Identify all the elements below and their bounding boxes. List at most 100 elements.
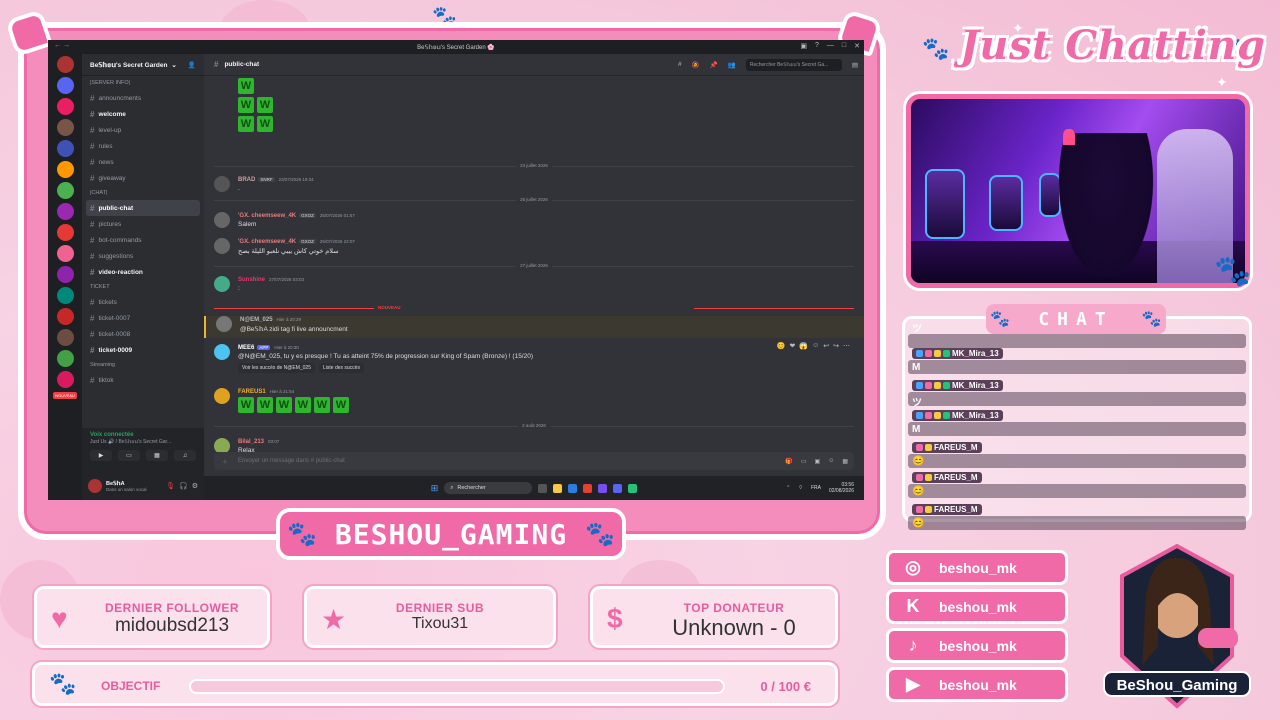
reaction-icon[interactable]: 😱 [799,342,808,350]
server-icon[interactable] [56,287,74,304]
avatar[interactable] [214,212,230,228]
chat-message[interactable]: 😊 ❤ 😱 ☺ ↩ ↪ ⋯ MEE6 APP Hier à 20:30 @N@EM_025, tu … [214,342,854,373]
obs-icon[interactable] [598,483,608,493]
social-link[interactable]: ▶ beshou_mk [886,667,1068,702]
reaction-icon[interactable]: ↩ [823,342,829,350]
channel-item[interactable]: # video-reaction [82,264,204,280]
threads-icon[interactable]: # [678,61,682,68]
channel-item[interactable]: # tickets [82,294,204,310]
message-author[interactable]: 'GX. cheemseew_4K [238,213,296,219]
channel-item[interactable]: # giveaway [82,170,204,186]
message-author[interactable]: 'GX. cheemseew_4K [238,239,296,245]
reaction-icon[interactable]: ☺ [812,342,819,350]
chat-message[interactable]: Bilal_213 03:07 Relax [214,438,854,452]
server-icon[interactable] [56,371,74,388]
reaction-icon[interactable]: 😊 [777,342,786,350]
view-achievements-button[interactable]: Voir les succès de N@EM_025 [238,363,315,373]
add-attachment-icon[interactable]: ＋ [222,457,228,466]
channel-item[interactable]: # welcome [82,106,204,122]
soundboard-icon[interactable]: ♫ [174,450,196,461]
chevron-up-icon[interactable]: ⌃ [786,485,790,491]
inbox-icon[interactable]: ▣ [800,42,807,50]
mic-muted-icon[interactable]: 🎙 [166,482,175,490]
chat-message[interactable]: 'GX. cheemseew_4K GXOZ 25/07/2026 01:57 Sal… [214,212,854,228]
server-icon[interactable] [56,119,74,136]
chat-message[interactable]: N@EM_025 Hier à 20:29 @Be𝕊𝕙A zidi tag fi l… [204,316,864,338]
social-link[interactable]: ♪ beshou_mk [886,628,1068,663]
gift-icon[interactable]: 🎁 [785,458,792,465]
search-input[interactable]: Rechercher Be𝕊𝕙𝕠𝕦's Secret Ga... [745,58,842,71]
server-icon[interactable] [56,350,74,367]
server-icon[interactable] [56,161,74,178]
store-icon[interactable] [568,483,578,493]
tray-lang[interactable]: FRA [811,485,821,491]
avatar[interactable] [214,238,230,254]
pin-icon[interactable]: 📌 [710,61,718,69]
inbox-icon[interactable]: ▤ [852,61,858,69]
channel-category[interactable]: Streaming [82,358,204,372]
chat-message[interactable]: Sunshine 27/07/2026 03:03: [214,276,854,292]
server-icon[interactable] [56,329,74,346]
avatar[interactable] [88,479,102,493]
clock[interactable]: 03:56 02/08/2026 [829,482,854,494]
channel-item[interactable]: # announcments [82,90,204,106]
help-icon[interactable]: ? [815,42,819,50]
reaction-icon[interactable]: ↪ [833,342,839,350]
activities-icon[interactable]: ▦ [146,450,168,461]
gear-icon[interactable]: ⚙ [192,482,198,490]
avatar[interactable] [214,344,230,360]
taskview-icon[interactable] [538,483,548,493]
message-composer[interactable]: ＋ Envoyer un message dans # public-chat … [214,452,854,470]
message-author[interactable]: Sunshine [238,277,265,283]
chat-message[interactable]: 'GX. cheemseew_4K GXOZ 25/07/2026 22:07 سلا… [214,238,854,255]
reaction-icon[interactable]: ⋯ [843,342,850,350]
message-author[interactable]: N@EM_025 [240,317,273,323]
avatar[interactable] [214,438,230,452]
gif-icon[interactable]: ▭ [801,458,807,465]
chrome-icon[interactable] [583,483,593,493]
app-icon[interactable] [628,483,638,493]
message-author[interactable]: BRAD [238,177,255,183]
server-name[interactable]: Be𝕊𝕙𝕠𝕦's Secret Garden ⌄ 👤 [82,54,204,76]
server-icon[interactable] [56,182,74,199]
channel-item[interactable]: # rules [82,138,204,154]
taskbar-search[interactable]: ⌕ Rechercher [444,482,533,494]
avatar[interactable] [214,176,230,192]
windows-start-icon[interactable]: ⊞ [431,483,439,494]
server-icon[interactable] [56,203,74,220]
channel-category[interactable]: |SERVER INFO| [82,76,204,90]
chat-message[interactable]: FAREUS1 Hier à 21:54 W W W W W W [214,388,854,413]
headphones-icon[interactable]: 🎧 [179,482,188,490]
channel-item[interactable]: # ticket-0008 [82,326,204,342]
sticker-icon[interactable]: ▣ [815,458,821,465]
server-icon[interactable] [56,224,74,241]
minimize-icon[interactable]: — [827,42,834,50]
channel-item[interactable]: # pictures [82,216,204,232]
channel-item[interactable]: # public-chat [86,200,200,216]
message-author[interactable]: FAREUS1 [238,389,266,395]
social-link[interactable]: ◎ beshou_mk [886,550,1068,585]
channel-category[interactable]: |CHAT| [82,186,204,200]
apps-icon[interactable]: ▦ [842,458,848,465]
avatar[interactable] [216,316,232,332]
achievements-list-button[interactable]: Liste des succès [319,363,364,373]
channel-category[interactable]: TICKET [82,280,204,294]
channel-item[interactable]: # level-up [82,122,204,138]
channel-item[interactable]: # bot-commands [82,232,204,248]
camera-icon[interactable]: ▶ [90,450,112,461]
maximize-icon[interactable]: □ [842,42,846,50]
server-icon[interactable] [56,98,74,115]
wifi-icon[interactable]: ⌔ [798,485,803,491]
avatar[interactable] [214,276,230,292]
reaction-icon[interactable]: ❤ [790,342,796,350]
social-link[interactable]: Kbeshou_mk [886,589,1068,624]
message-author[interactable]: MEE6 [238,345,254,351]
server-icon[interactable] [56,140,74,157]
avatar[interactable] [214,388,230,404]
server-icon[interactable] [56,245,74,262]
screenshare-icon[interactable]: ▭ [118,450,140,461]
nav-arrows-icon[interactable]: ← → [54,42,70,49]
add-member-icon[interactable]: 👤 [188,61,196,69]
server-icon[interactable] [56,308,74,325]
message-author[interactable]: Bilal_213 [238,439,264,445]
